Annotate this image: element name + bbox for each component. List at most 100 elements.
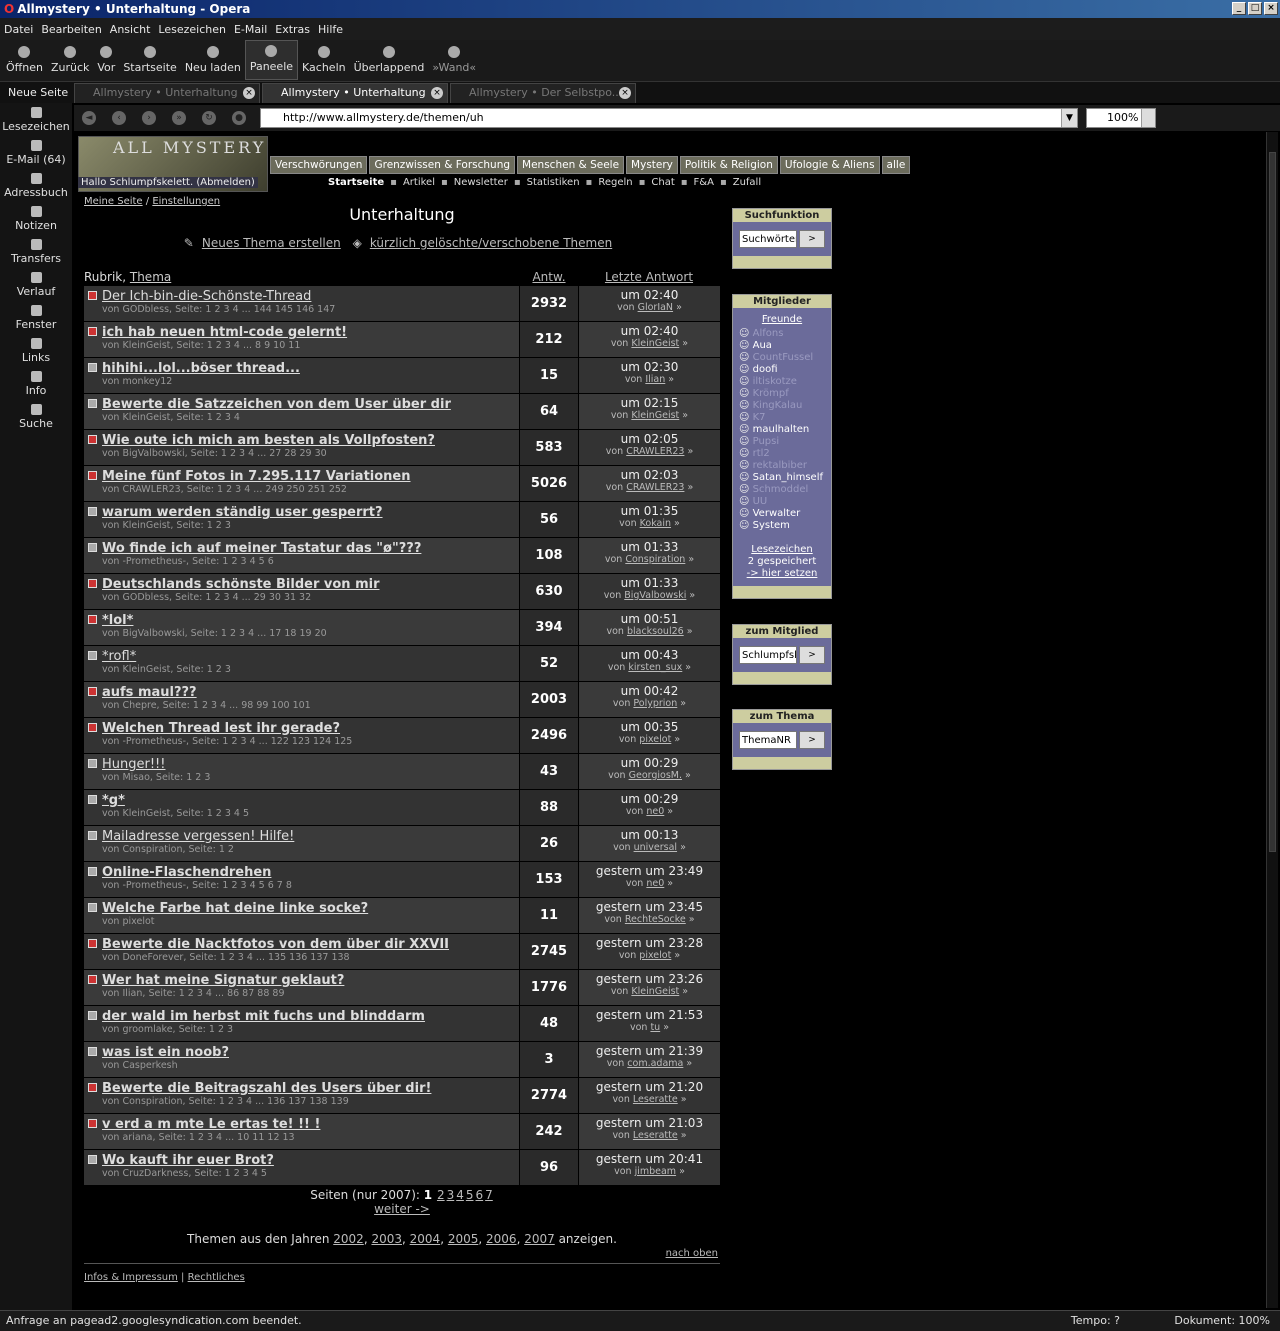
history-back-icon[interactable]: ‹ (112, 111, 126, 125)
close-button[interactable]: × (1264, 2, 1278, 15)
thread-title-link[interactable]: hihihi...lol...böser thread... (102, 361, 519, 376)
tab-0[interactable]: Allmystery • Unterhaltung × (74, 83, 260, 103)
reload-icon[interactable]: ↻ (202, 111, 216, 125)
sidebar-item-5[interactable]: Verlauf (0, 268, 72, 301)
member-5[interactable]: Krömpf (739, 388, 825, 400)
address-input[interactable]: http://www.allmystery.de/themen/uh ▼ (260, 108, 1078, 128)
thread-title-link[interactable]: warum werden ständig user gesperrt? (102, 505, 519, 520)
forward-icon[interactable]: › (142, 111, 156, 125)
last-reply-user-link[interactable]: GeorgiosM. (629, 770, 682, 781)
thread-title-link[interactable]: *lol* (102, 613, 519, 628)
thread-title-link[interactable]: Wo finde ich auf meiner Tastatur das "ø"… (102, 541, 519, 556)
year-link-2002[interactable]: 2002 (333, 1232, 364, 1246)
member-11[interactable]: rektalbiber (739, 460, 825, 472)
last-reply-user-link[interactable]: Ilian (645, 374, 665, 385)
category-tab-6[interactable]: alle (881, 156, 911, 174)
deleted-threads-link[interactable]: kürzlich gelöschte/verschobene Themen (370, 236, 612, 250)
last-reply-user-link[interactable]: universal (634, 842, 677, 853)
menu-item-3[interactable]: Lesezeichen (158, 23, 226, 36)
tab-1[interactable]: Allmystery • Unterhaltung × (262, 83, 448, 103)
greeting[interactable]: Hallo Schlumpfskelett. (Abmelden) (78, 177, 258, 188)
menu-item-5[interactable]: Extras (275, 23, 310, 36)
member-3[interactable]: doofi (739, 364, 825, 376)
top-nav-0[interactable]: Startseite (328, 177, 384, 188)
last-reply-user-link[interactable]: Polyprion (633, 698, 677, 709)
menu-item-4[interactable]: E-Mail (234, 23, 267, 36)
sidebar-item-6[interactable]: Fenster (0, 301, 72, 334)
next-page-link[interactable]: weiter -> (374, 1202, 430, 1216)
menu-item-0[interactable]: Datei (4, 23, 33, 36)
col-last-sort[interactable]: Letzte Antwort (579, 270, 719, 284)
back-icon[interactable]: ◄ (82, 111, 96, 125)
member-1[interactable]: Aua (739, 340, 825, 352)
thread-title-link[interactable]: was ist ein noob? (102, 1045, 519, 1060)
search-submit-button[interactable]: > (799, 230, 825, 248)
member-7[interactable]: K7 (739, 412, 825, 424)
year-link-2003[interactable]: 2003 (371, 1232, 402, 1246)
footer-legal-link[interactable]: Rechtliches (188, 1272, 245, 1283)
thread-title-link[interactable]: Welchen Thread lest ihr gerade? (102, 721, 519, 736)
last-reply-user-link[interactable]: GlorIaN (638, 302, 673, 313)
breadcrumb-settings[interactable]: Einstellungen (152, 196, 220, 207)
thread-title-link[interactable]: Mailadresse vergessen! Hilfe! (102, 829, 519, 844)
sidebar-item-2[interactable]: Adressbuch (0, 169, 72, 202)
sidebar-item-3[interactable]: Notizen (0, 202, 72, 235)
member-9[interactable]: Pupsi (739, 436, 825, 448)
last-reply-user-link[interactable]: com.adama (627, 1058, 683, 1069)
last-reply-user-link[interactable]: pixelot (639, 734, 671, 745)
tab-close-icon[interactable]: × (619, 87, 631, 99)
zoom-select[interactable]: 100% (1086, 108, 1156, 128)
toolbar-button-1[interactable]: Zurück (47, 40, 93, 80)
category-tab-0[interactable]: Verschwörungen (270, 156, 368, 174)
category-tab-1[interactable]: Grenzwissen & Forschung (369, 156, 516, 174)
sidebar-item-1[interactable]: E-Mail (64) (0, 136, 72, 169)
search-input[interactable] (739, 230, 797, 248)
member-13[interactable]: Schmoddel (739, 484, 825, 496)
last-reply-user-link[interactable]: CRAWLER23 (626, 446, 684, 457)
fast-forward-icon[interactable]: » (172, 111, 186, 125)
new-page-button[interactable]: Neue Seite (0, 83, 72, 103)
zoom-dropdown-icon[interactable] (1141, 109, 1155, 127)
member-4[interactable]: iltiskotze (739, 376, 825, 388)
toolbar-button-0[interactable]: Öffnen (2, 40, 47, 80)
tab-2[interactable]: Allmystery • Der Selbstpo... × (450, 83, 636, 103)
thread-submit-button[interactable]: > (799, 731, 825, 749)
toolbar-button-8[interactable]: »Wand« (428, 40, 480, 80)
last-reply-user-link[interactable]: Conspiration (625, 554, 685, 565)
last-reply-user-link[interactable]: KleinGeist (631, 986, 679, 997)
menu-item-2[interactable]: Ansicht (110, 23, 151, 36)
thread-title-link[interactable]: Wo kauft ihr euer Brot? (102, 1153, 519, 1168)
member-0[interactable]: Alfons (739, 328, 825, 340)
last-reply-user-link[interactable]: pixelot (639, 950, 671, 961)
page-link-2[interactable]: 2 (437, 1188, 445, 1202)
bookmarks-link[interactable]: Lesezeichen (739, 544, 825, 556)
member-2[interactable]: CountFussel (739, 352, 825, 364)
sidebar-item-8[interactable]: Info (0, 367, 72, 400)
last-reply-user-link[interactable]: ne0 (646, 878, 664, 889)
thread-title-link[interactable]: aufs maul??? (102, 685, 519, 700)
page-link-5[interactable]: 5 (466, 1188, 474, 1202)
category-tab-4[interactable]: Politik & Religion (679, 156, 778, 174)
sidebar-item-7[interactable]: Links (0, 334, 72, 367)
year-link-2005[interactable]: 2005 (448, 1232, 479, 1246)
thread-title-link[interactable]: Wie oute ich mich am besten als Vollpfos… (102, 433, 519, 448)
page-link-3[interactable]: 3 (447, 1188, 455, 1202)
menu-item-1[interactable]: Bearbeiten (41, 23, 101, 36)
top-nav-4[interactable]: Regeln (598, 177, 632, 188)
last-reply-user-link[interactable]: RechteSocke (625, 914, 686, 925)
sidebar-item-4[interactable]: Transfers (0, 235, 72, 268)
back-to-top-link[interactable]: nach oben (84, 1248, 720, 1259)
tab-close-icon[interactable]: × (431, 87, 443, 99)
tab-close-icon[interactable]: × (243, 87, 255, 99)
last-reply-user-link[interactable]: Leseratte (633, 1094, 678, 1105)
thread-title-link[interactable]: Deutschlands schönste Bilder von mir (102, 577, 519, 592)
member-14[interactable]: UU (739, 496, 825, 508)
top-nav-6[interactable]: F&A (694, 177, 714, 188)
scrollbar-thumb[interactable] (1269, 152, 1276, 852)
top-nav-3[interactable]: Statistiken (527, 177, 580, 188)
thread-title-link[interactable]: Der Ich-bin-die-Schönste-Thread (102, 289, 519, 304)
category-tab-2[interactable]: Menschen & Seele (517, 156, 625, 174)
thread-title-link[interactable]: v erd a m mte Le ertas te! !! ! (102, 1117, 519, 1132)
thread-title-link[interactable]: *rofl* (102, 649, 519, 664)
toolbar-button-2[interactable]: Vor (93, 40, 119, 80)
